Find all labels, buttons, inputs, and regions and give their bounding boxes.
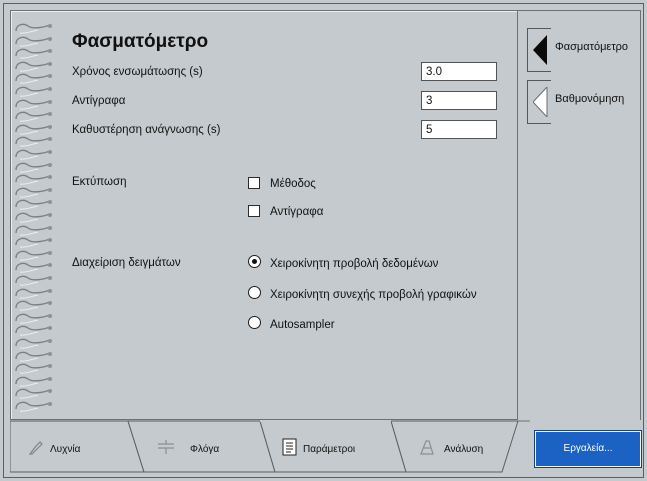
replicates-input[interactable]	[421, 91, 497, 110]
read-delay-label: Καθυστέρηση ανάγνωσης (s)	[72, 124, 221, 136]
autosampler-radio[interactable]	[248, 316, 261, 329]
spiral-ring	[12, 312, 54, 325]
integration-time-label: Χρόνος ενσωμάτωσης (s)	[72, 66, 203, 78]
spiral-ring	[12, 35, 54, 48]
spiral-ring	[12, 400, 54, 413]
spiral-ring	[12, 224, 54, 237]
print-label: Εκτύπωση	[72, 176, 127, 188]
tab-analysis-label: Ανάλυση	[444, 444, 484, 455]
side-nav-calibration[interactable]: Βαθμονόμηση	[527, 80, 641, 124]
spiral-ring	[12, 350, 54, 363]
arrow-left-icon	[533, 87, 548, 117]
page-title: Φασματόμετρο	[72, 31, 209, 52]
spiral-ring	[12, 198, 54, 211]
tools-button[interactable]: Εργαλεία...	[535, 431, 641, 467]
spiral-ring	[12, 110, 54, 123]
tab-parameters[interactable]: Παράμετροι	[276, 420, 400, 472]
spiral-ring	[12, 274, 54, 287]
spiral-ring	[12, 123, 54, 136]
side-nav-calibration-label: Βαθμονόμηση	[555, 93, 625, 105]
spiral-binding	[12, 22, 56, 414]
spiral-ring	[12, 211, 54, 224]
spiral-ring	[12, 299, 54, 312]
print-replicates-checkbox[interactable]	[248, 205, 260, 217]
spiral-ring	[12, 362, 54, 375]
spiral-ring	[12, 47, 54, 60]
side-nav-spectrometer[interactable]: Φασματόμετρο	[527, 28, 641, 72]
spiral-ring	[12, 387, 54, 400]
spiral-ring	[12, 236, 54, 249]
spiral-ring	[12, 324, 54, 337]
autosampler-label: Autosampler	[270, 319, 335, 331]
spiral-ring	[12, 161, 54, 174]
tab-lamp[interactable]: Λυχνία	[24, 420, 134, 472]
spiral-ring	[12, 375, 54, 388]
spiral-ring	[12, 261, 54, 274]
print-replicates-label: Αντίγραφα	[270, 206, 324, 218]
spiral-ring	[12, 60, 54, 73]
spiral-ring	[12, 148, 54, 161]
side-nav-spectrometer-label: Φασματόμετρο	[555, 41, 629, 53]
read-delay-input[interactable]	[421, 120, 497, 139]
tab-flame-label: Φλόγα	[190, 444, 220, 455]
print-method-checkbox[interactable]	[248, 177, 260, 189]
analysis-icon	[420, 440, 434, 455]
replicates-label: Αντίγραφα	[72, 95, 126, 107]
manual-continuous-graphics-radio[interactable]	[248, 286, 261, 299]
print-method-label: Μέθοδος	[270, 178, 316, 190]
manual-data-view-label: Χειροκίνητη προβολή δεδομένων	[270, 258, 439, 270]
spiral-ring	[12, 135, 54, 148]
spiral-ring	[12, 72, 54, 85]
spiral-ring	[12, 173, 54, 186]
spiral-ring	[12, 287, 54, 300]
spiral-ring	[12, 85, 54, 98]
flame-icon	[158, 440, 174, 454]
tab-flame[interactable]: Φλόγα	[146, 420, 266, 472]
integration-time-input[interactable]	[421, 62, 497, 81]
spiral-ring	[12, 249, 54, 262]
spiral-ring	[12, 186, 54, 199]
lamp-icon	[28, 441, 43, 455]
manual-data-view-radio[interactable]	[248, 255, 261, 268]
tab-analysis[interactable]: Ανάλυση	[408, 420, 508, 472]
tab-parameters-label: Παράμετροι	[303, 444, 356, 455]
parameters-icon	[282, 438, 297, 456]
spiral-ring	[12, 22, 54, 35]
spiral-ring	[12, 98, 54, 111]
arrow-left-icon	[533, 35, 547, 65]
spiral-ring	[12, 337, 54, 350]
sample-handling-label: Διαχείριση δειγμάτων	[72, 257, 181, 269]
manual-continuous-graphics-label: Χειροκίνητη συνεχής προβολή γραφικών	[270, 289, 477, 301]
tab-lamp-label: Λυχνία	[50, 444, 81, 455]
